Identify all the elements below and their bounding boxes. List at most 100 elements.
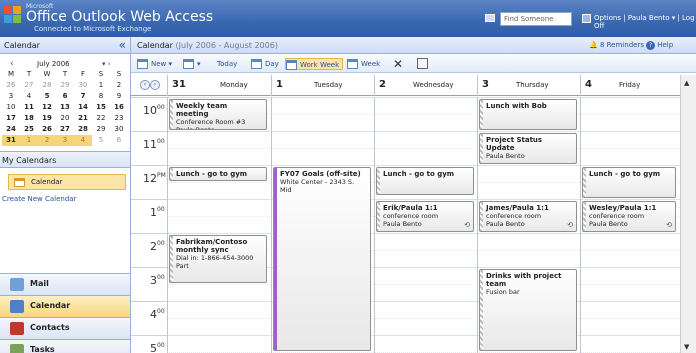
mini-calendar-day[interactable]: 27 (56, 124, 74, 135)
print-icon[interactable] (417, 58, 428, 69)
mini-calendar-day[interactable]: 29 (56, 80, 74, 91)
week-view-button[interactable]: Week (347, 58, 380, 70)
appointment[interactable]: Erik/Paula 1:1 conference room Paula Bento… (376, 201, 474, 232)
mini-calendar-day[interactable]: 14 (74, 102, 92, 113)
appointment[interactable]: Fabrikam/Contoso monthly sync Dial in: 1-… (169, 235, 267, 283)
appointment[interactable]: Lunch - go to gym (376, 167, 474, 195)
mini-calendar-day[interactable]: 23 (110, 113, 128, 124)
mini-calendar-day[interactable]: 10 (2, 102, 20, 113)
mini-calendar-day[interactable]: 5 (92, 135, 110, 146)
next-week-icon[interactable]: › (150, 80, 160, 90)
mini-calendar-day[interactable]: 26 (2, 80, 20, 91)
mini-calendar-day[interactable]: 24 (2, 124, 20, 135)
options-icon[interactable] (582, 14, 591, 23)
help-link[interactable]: ? Help (646, 41, 673, 50)
mini-calendar-day[interactable]: 3 (2, 91, 20, 102)
day-view-button[interactable]: Day (251, 58, 279, 70)
appointment[interactable]: Lunch - go to gym (169, 167, 267, 181)
mini-calendar-day[interactable]: 21 (74, 113, 92, 124)
appointment[interactable]: Drinks with project team Fusion bar (479, 269, 577, 351)
mini-calendar-day[interactable]: 28 (74, 124, 92, 135)
mini-calendar-day[interactable]: 18 (20, 113, 38, 124)
nav-tasks-button[interactable]: Tasks (0, 339, 130, 353)
mini-calendar-day[interactable]: 1 (20, 135, 38, 146)
mini-calendar-day[interactable]: 16 (110, 102, 128, 113)
mini-calendar-day[interactable]: 2 (38, 135, 56, 146)
mini-calendar-day[interactable]: 13 (56, 102, 74, 113)
day-header[interactable]: 4 Friday (580, 75, 680, 96)
mini-calendar-day[interactable]: 4 (20, 91, 38, 102)
prev-week-icon[interactable]: ‹ (140, 80, 150, 90)
day-header[interactable]: 3 Thursday (477, 75, 581, 96)
busy-status-bar (480, 100, 483, 129)
day-header[interactable]: 31 Monday (167, 75, 271, 96)
appointment-detail: conference room (589, 212, 645, 220)
collapse-pane-icon[interactable]: « (119, 38, 126, 52)
help-icon: ? (646, 41, 655, 50)
find-someone-input[interactable]: Find Someone (500, 12, 572, 26)
appointment[interactable]: Lunch with Bob (479, 99, 577, 130)
mini-calendar-day[interactable]: 17 (2, 113, 20, 124)
mini-calendar-day[interactable]: 6 (56, 91, 74, 102)
mini-calendar-day[interactable]: 6 (110, 135, 128, 146)
nav-mail-button[interactable]: Mail (0, 273, 130, 295)
mini-calendar-day[interactable]: 29 (92, 124, 110, 135)
nav-contacts-button[interactable]: Contacts (0, 317, 130, 339)
mini-calendar-day[interactable]: 4 (74, 135, 92, 146)
hour-label: 1 00 (131, 199, 167, 233)
prev-month-icon[interactable]: ‹ (10, 59, 14, 69)
day-column[interactable] (167, 97, 270, 353)
appointment[interactable]: Project Status Update Paula Bento (479, 133, 577, 164)
mini-calendar-day[interactable]: 8 (92, 91, 110, 102)
day-header[interactable]: 2 Wednesday (374, 75, 478, 96)
day-name: Friday (619, 81, 641, 89)
mini-calendar-day[interactable]: 28 (38, 80, 56, 91)
mini-calendar-day[interactable]: 11 (20, 102, 38, 113)
today-button[interactable]: Today (217, 58, 237, 70)
mini-calendar-day[interactable]: 25 (20, 124, 38, 135)
hour-number: 2 (150, 240, 157, 253)
mini-calendar-day[interactable]: 27 (20, 80, 38, 91)
busy-status-bar (583, 202, 586, 231)
appointment[interactable]: Weekly team meeting Conference Room #3 Pau… (169, 99, 267, 130)
view-menu-button[interactable]: ▾ (183, 58, 201, 70)
mini-calendar-day[interactable]: 7 (74, 91, 92, 102)
calendar-list-item[interactable]: Calendar (8, 174, 126, 190)
day-header[interactable]: 1 Tuesday (271, 75, 375, 96)
calendar-grid[interactable]: 10 00 11 00 12 PM 1 00 2 00 3 00 4 00 5 00 Weekly team … (131, 97, 680, 353)
mini-calendar-day[interactable]: 12 (38, 102, 56, 113)
appointment-detail: Dial in: 1-866-454-3000 Part (176, 254, 254, 270)
mini-calendar-day[interactable]: 30 (110, 124, 128, 135)
mini-calendar-day[interactable]: 22 (92, 113, 110, 124)
scroll-down-icon[interactable]: ▼ (684, 343, 689, 351)
reminders-link[interactable]: 🔔 8 Reminders ▾ (589, 41, 650, 49)
mini-calendar-day[interactable]: 20 (56, 113, 74, 124)
appointment[interactable]: James/Paula 1:1 conference room Paula Bent… (479, 201, 577, 232)
mini-calendar-day[interactable]: 30 (74, 80, 92, 91)
vertical-scrollbar[interactable]: ▲ ▼ (680, 75, 696, 353)
delete-icon[interactable]: ✕ (393, 57, 403, 71)
mini-calendar-day[interactable]: 26 (38, 124, 56, 135)
nav-label: Calendar (30, 301, 71, 310)
scroll-up-icon[interactable]: ▲ (684, 79, 689, 87)
mini-calendar-day[interactable]: 3 (56, 135, 74, 146)
address-book-icon[interactable] (485, 14, 495, 22)
appointment[interactable]: Lunch - go to gym (582, 167, 676, 198)
mini-calendar-day[interactable]: 1 (92, 80, 110, 91)
mini-calendar-day[interactable]: 2 (110, 80, 128, 91)
create-new-calendar-link[interactable]: Create New Calendar (2, 195, 76, 203)
mini-calendar-day[interactable]: 15 (92, 102, 110, 113)
next-month-icon[interactable]: ▾ › (102, 60, 111, 68)
work-week-view-button[interactable]: Work Week (285, 58, 344, 70)
options-links[interactable]: Options | Paula Bento ▾ | Log Off (594, 14, 696, 30)
nav-calendar-button[interactable]: Calendar (0, 295, 130, 317)
hour-suffix: 00 (157, 240, 165, 247)
mini-calendar-day[interactable]: 31 (2, 135, 20, 146)
new-button[interactable]: New ▾ (137, 58, 172, 70)
mini-calendar-day[interactable]: 9 (110, 91, 128, 102)
appointment[interactable]: Wesley/Paula 1:1 conference room Paula Ben… (582, 201, 676, 232)
mini-calendar-day[interactable]: 5 (38, 91, 56, 102)
appointment[interactable]: FY07 Goals (off-site) White Center - 2343… (273, 167, 371, 351)
nav-label: Mail (30, 279, 49, 288)
mini-calendar-day[interactable]: 19 (38, 113, 56, 124)
